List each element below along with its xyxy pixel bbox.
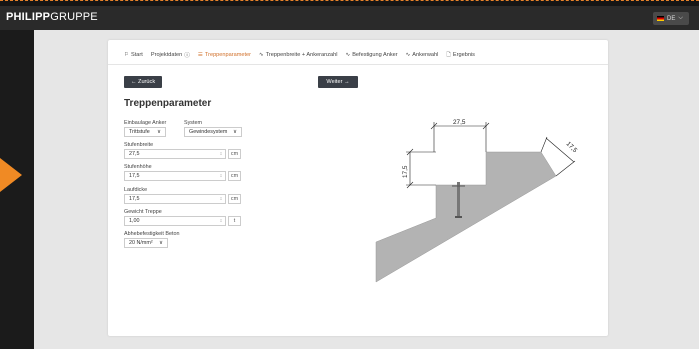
top-dashed-border (0, 0, 699, 4)
system-label: System (184, 120, 202, 126)
dim-thickness-label: 17,5 (565, 140, 579, 154)
chevron-down-icon: ∨ (157, 129, 161, 135)
beton-label: Abhebefestigkeit Beton (124, 231, 180, 237)
dim-width-label: 27,5 (453, 119, 466, 126)
stufenhoehe-label: Stufenhöhe (124, 164, 152, 170)
top-bar: PHILIPPGRUPPE DE ⌵ (0, 6, 699, 30)
stufenbreite-input[interactable]: 27,5 ↕ (124, 149, 226, 159)
chevron-down-icon: ∨ (233, 129, 237, 135)
main-card: ⚐ Start Projektdaten ⓘ ☰ Treppenparamete… (108, 40, 608, 336)
document-icon: 🗋 (446, 52, 451, 58)
step-void (411, 142, 481, 184)
tab-start[interactable]: ⚐ Start (120, 50, 147, 65)
chevron-down-icon: ⌵ (678, 15, 683, 21)
sliders-icon: ☰ (197, 51, 203, 58)
tab-treppenparameter[interactable]: ☰ Treppenparameter (193, 50, 256, 65)
dim-height-label: 17,5 (402, 165, 409, 178)
tab-befestigung[interactable]: ∿ Befestigung Anker (342, 50, 402, 65)
flag-de-icon (657, 16, 664, 21)
stufenhoehe-unit: cm (228, 171, 241, 181)
beton-select[interactable]: 20 N/mm² ∨ (124, 238, 168, 248)
step-tabs: ⚐ Start Projektdaten ⓘ ☰ Treppenparamete… (120, 50, 479, 65)
laufdicke-label: Laufdicke (124, 187, 148, 193)
language-selector[interactable]: DE ⌵ (653, 12, 689, 25)
chevron-down-icon: ∨ (159, 240, 163, 246)
back-button[interactable]: ← Zurück (124, 76, 162, 88)
gewicht-label: Gewicht Treppe (124, 209, 162, 215)
page-title: Treppenparameter (124, 98, 212, 109)
stufenbreite-label: Stufenbreite (124, 142, 154, 148)
pulse-icon: ∿ (345, 52, 351, 58)
tab-projektdaten[interactable]: Projektdaten ⓘ (147, 50, 194, 65)
tab-treppenbreite[interactable]: ∿ Treppenbreite + Ankeranzahl (255, 50, 341, 65)
stepper-icon[interactable]: ↕ (217, 173, 225, 179)
stair-diagram: 27,5 17,5 17,5 (375, 119, 579, 283)
pulse-icon: ∿ (259, 52, 264, 58)
stepper-icon[interactable]: ↕ (217, 196, 225, 202)
stepper-icon[interactable]: ↕ (217, 218, 225, 224)
tab-ankerwahl[interactable]: ∿ Ankerwahl (402, 50, 443, 65)
pulse-icon: ∿ (405, 52, 411, 58)
gewicht-unit: t (228, 216, 241, 226)
next-button[interactable]: Weiter → (318, 76, 358, 88)
einbaulage-label: Einbaulage Anker (124, 120, 167, 126)
flag-icon: ⚐ (124, 52, 130, 58)
tab-ergebnis[interactable]: 🗋 Ergebnis (442, 50, 479, 65)
info-icon: ⓘ (184, 53, 190, 59)
language-code: DE (667, 15, 676, 22)
gewicht-input[interactable]: 1,00 ↕ (124, 216, 226, 226)
einbaulage-select[interactable]: Trittstufe ∨ (124, 127, 166, 137)
stepper-icon[interactable]: ↕ (217, 151, 225, 157)
stufenhoehe-input[interactable]: 17,5 ↕ (124, 171, 226, 181)
anchor-bolt (457, 182, 460, 218)
laufdicke-input[interactable]: 17,5 ↕ (124, 194, 226, 204)
system-select[interactable]: Gewindesystem ∨ (184, 127, 242, 137)
stufenbreite-unit: cm (228, 149, 241, 159)
tab-divider (108, 64, 608, 65)
laufdicke-unit: cm (228, 194, 241, 204)
brand-logo: PHILIPPGRUPPE (6, 11, 98, 23)
play-arrow-icon (0, 158, 22, 192)
